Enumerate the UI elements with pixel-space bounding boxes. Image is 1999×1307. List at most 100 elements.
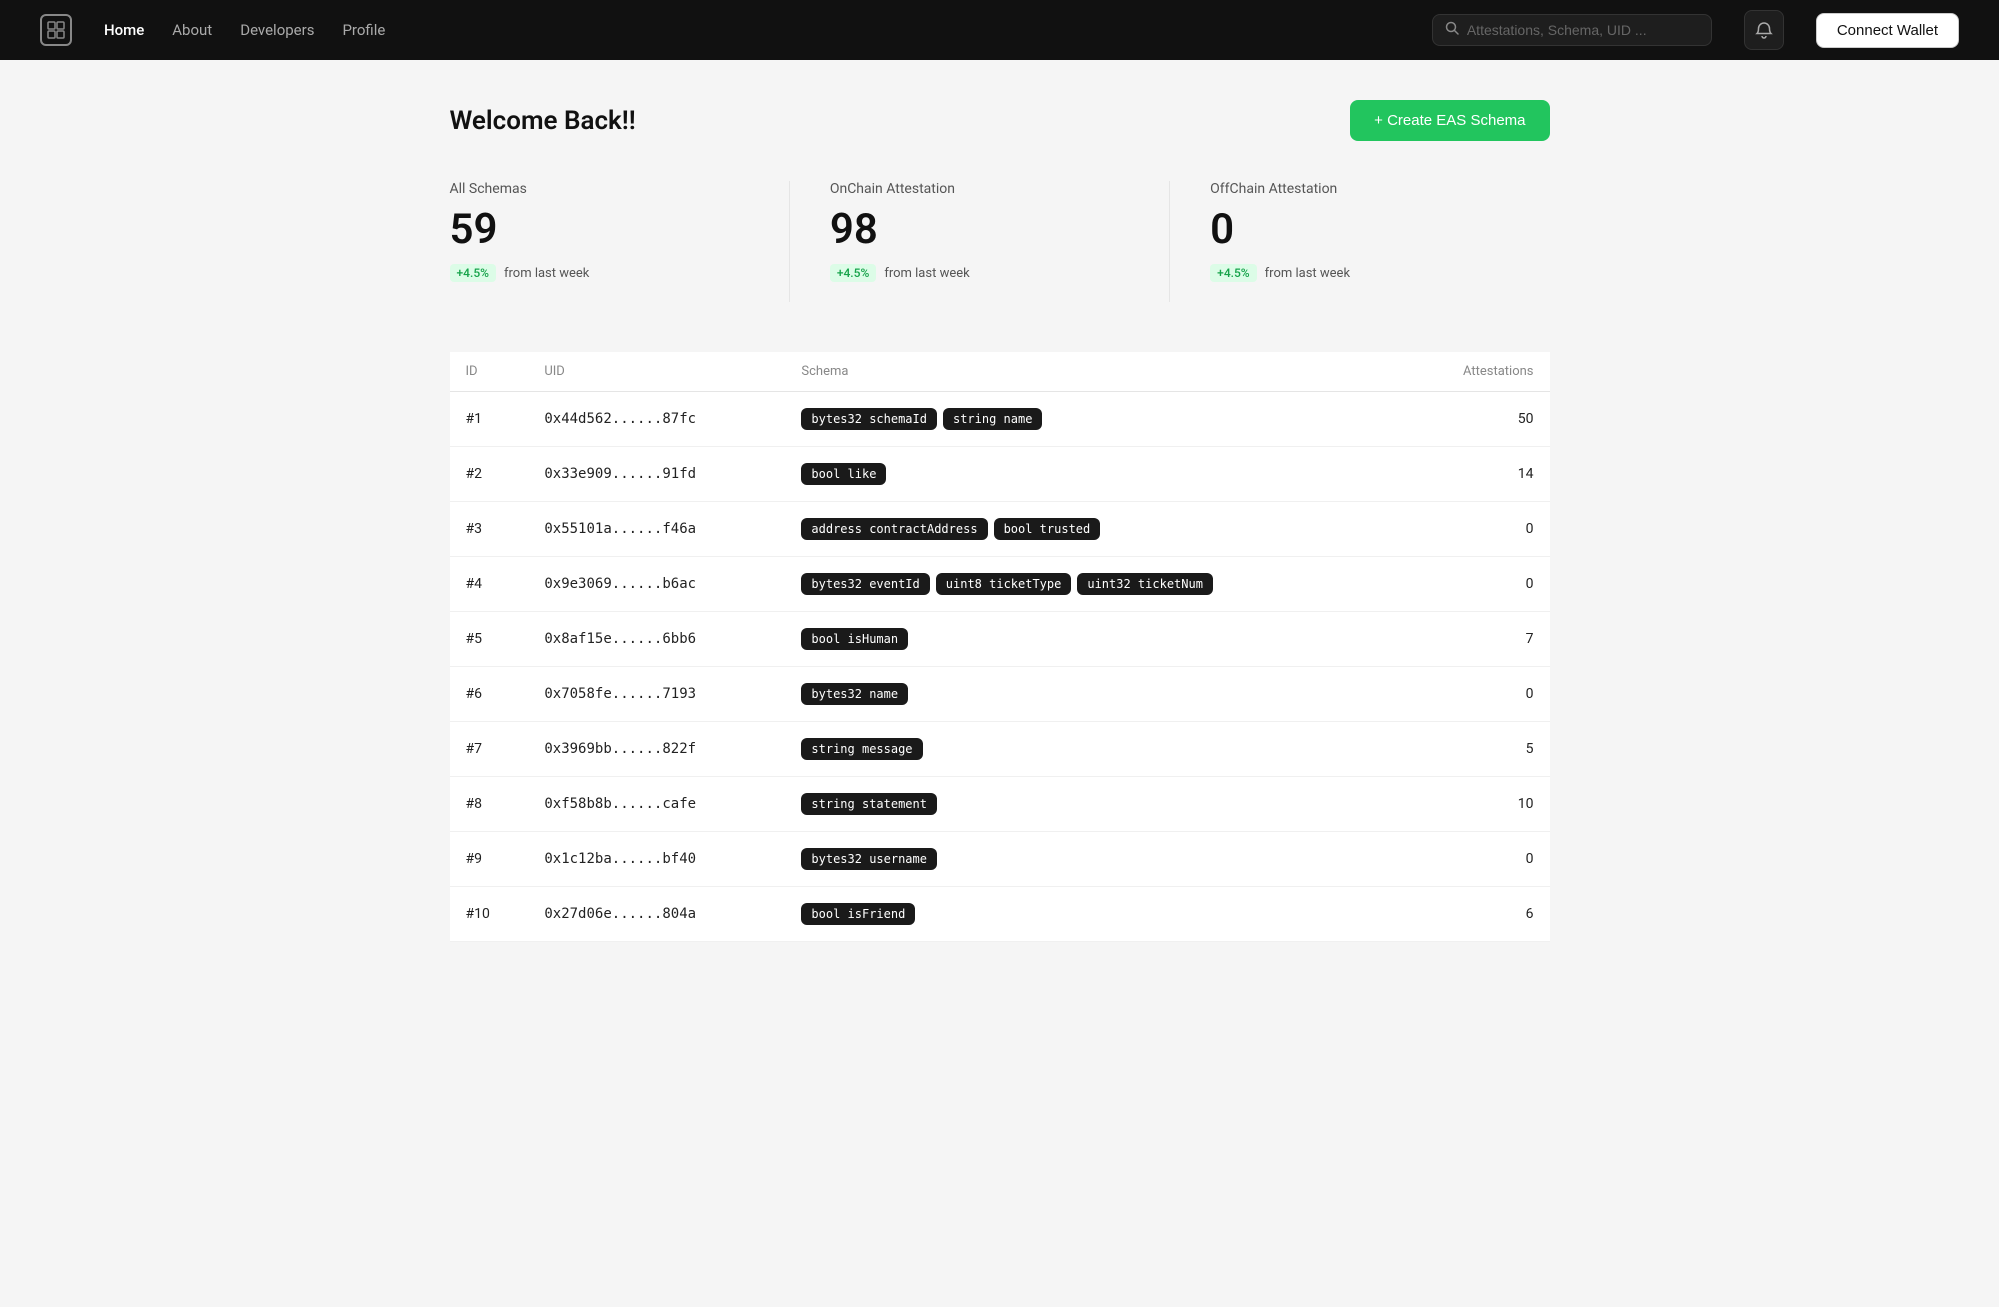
cell-uid: 0x9e3069......b6ac xyxy=(528,557,785,612)
main-content: Welcome Back!! + Create EAS Schema All S… xyxy=(430,60,1570,982)
schema-tag: bytes32 schemaId xyxy=(801,408,937,430)
search-input[interactable] xyxy=(1467,22,1699,38)
cell-uid: 0x1c12ba......bf40 xyxy=(528,832,785,887)
nav-links: Home About Developers Profile xyxy=(104,21,385,39)
cell-attestations: 5 xyxy=(1406,722,1549,777)
stat-all-schemas-badge: +4.5% xyxy=(450,264,496,282)
table-row[interactable]: #50x8af15e......6bb6 bool isHuman 7 xyxy=(450,612,1550,667)
stat-onchain-value: 98 xyxy=(830,205,1129,254)
navbar: Home About Developers Profile Connect Wa… xyxy=(0,0,1999,60)
schema-tag: uint32 ticketNum xyxy=(1077,573,1213,595)
table-row[interactable]: #80xf58b8b......cafestring statement10 xyxy=(450,777,1550,832)
stat-all-schemas-change: +4.5% from last week xyxy=(450,264,749,282)
header-row: Welcome Back!! + Create EAS Schema xyxy=(450,100,1550,141)
cell-schema: bytes32 schemaId string name xyxy=(785,392,1406,447)
cell-attestations: 7 xyxy=(1406,612,1549,667)
nav-home[interactable]: Home xyxy=(104,21,144,39)
cell-schema: bool like xyxy=(785,447,1406,502)
cell-uid: 0x8af15e......6bb6 xyxy=(528,612,785,667)
cell-schema: string statement xyxy=(785,777,1406,832)
schema-tag: bytes32 eventId xyxy=(801,573,929,595)
cell-id: #4 xyxy=(450,557,529,612)
cell-uid: 0x27d06e......804a xyxy=(528,887,785,942)
table-header: ID UID Schema Attestations xyxy=(450,352,1550,392)
table-row[interactable]: #40x9e3069......b6ac bytes32 eventId uint8… xyxy=(450,557,1550,612)
schema-tag: address contractAddress xyxy=(801,518,987,540)
welcome-text: Welcome Back!! xyxy=(450,106,636,136)
cell-schema: bool isHuman xyxy=(785,612,1406,667)
stat-onchain-label: OnChain Attestation xyxy=(830,181,1129,197)
cell-id: #9 xyxy=(450,832,529,887)
stat-offchain-badge: +4.5% xyxy=(1210,264,1256,282)
connect-wallet-button[interactable]: Connect Wallet xyxy=(1816,13,1959,48)
table-row[interactable]: #60x7058fe......7193bytes32 name0 xyxy=(450,667,1550,722)
stats-row: All Schemas 59 +4.5% from last week OnCh… xyxy=(450,181,1550,302)
cell-id: #10 xyxy=(450,887,529,942)
table-row[interactable]: #90x1c12ba......bf40bytes32 username0 xyxy=(450,832,1550,887)
stat-onchain-badge: +4.5% xyxy=(830,264,876,282)
cell-schema: bytes32 eventId uint8 ticketTypeuint32 ti… xyxy=(785,557,1406,612)
table-container: ID UID Schema Attestations #10x44d562...… xyxy=(450,352,1550,942)
schema-tag: string name xyxy=(943,408,1042,430)
notification-button[interactable] xyxy=(1744,10,1784,50)
col-schema: Schema xyxy=(785,352,1406,392)
table-row[interactable]: #70x3969bb......822f string message 5 xyxy=(450,722,1550,777)
cell-attestations: 0 xyxy=(1406,502,1549,557)
cell-id: #3 xyxy=(450,502,529,557)
cell-attestations: 6 xyxy=(1406,887,1549,942)
col-id: ID xyxy=(450,352,529,392)
schema-tag: bool isHuman xyxy=(801,628,908,650)
schemas-table: ID UID Schema Attestations #10x44d562...… xyxy=(450,352,1550,942)
stat-onchain-change: +4.5% from last week xyxy=(830,264,1129,282)
stat-offchain-change-text: from last week xyxy=(1265,266,1350,281)
schema-tag: string message xyxy=(801,738,922,760)
cell-attestations: 14 xyxy=(1406,447,1549,502)
nav-logo xyxy=(40,14,72,46)
cell-schema: address contractAddress bool trusted xyxy=(785,502,1406,557)
nav-developers[interactable]: Developers xyxy=(240,21,314,39)
stat-onchain: OnChain Attestation 98 +4.5% from last w… xyxy=(790,181,1170,302)
cell-id: #2 xyxy=(450,447,529,502)
cell-uid: 0x3969bb......822f xyxy=(528,722,785,777)
cell-uid: 0x33e909......91fd xyxy=(528,447,785,502)
cell-id: #8 xyxy=(450,777,529,832)
schema-tag: uint8 ticketType xyxy=(936,573,1072,595)
cell-id: #1 xyxy=(450,392,529,447)
cell-attestations: 0 xyxy=(1406,557,1549,612)
table-header-row: ID UID Schema Attestations xyxy=(450,352,1550,392)
schema-tag: bool like xyxy=(801,463,886,485)
cell-id: #7 xyxy=(450,722,529,777)
cell-uid: 0x7058fe......7193 xyxy=(528,667,785,722)
stat-all-schemas: All Schemas 59 +4.5% from last week xyxy=(450,181,790,302)
cell-schema: bytes32 username xyxy=(785,832,1406,887)
nav-profile[interactable]: Profile xyxy=(342,21,385,39)
cell-attestations: 0 xyxy=(1406,667,1549,722)
col-attestations: Attestations xyxy=(1406,352,1549,392)
schema-tag: bytes32 name xyxy=(801,683,908,705)
schema-tag: bool isFriend xyxy=(801,903,915,925)
stat-offchain-change: +4.5% from last week xyxy=(1210,264,1509,282)
cell-uid: 0x44d562......87fc xyxy=(528,392,785,447)
schema-tag: bytes32 username xyxy=(801,848,937,870)
search-icon xyxy=(1445,21,1459,39)
cell-schema: string message xyxy=(785,722,1406,777)
schema-tag: bool trusted xyxy=(994,518,1101,540)
cell-id: #5 xyxy=(450,612,529,667)
stat-all-schemas-change-text: from last week xyxy=(504,266,589,281)
table-row[interactable]: #10x44d562......87fc bytes32 schemaId stri… xyxy=(450,392,1550,447)
stat-offchain-value: 0 xyxy=(1210,205,1509,254)
table-row[interactable]: #30x55101a......f46aaddress contractAddr… xyxy=(450,502,1550,557)
schema-tag: string statement xyxy=(801,793,937,815)
cell-schema: bytes32 name xyxy=(785,667,1406,722)
stat-all-schemas-value: 59 xyxy=(450,205,749,254)
cell-attestations: 50 xyxy=(1406,392,1549,447)
cell-attestations: 10 xyxy=(1406,777,1549,832)
table-row[interactable]: #20x33e909......91fd bool like 14 xyxy=(450,447,1550,502)
search-box xyxy=(1432,14,1712,46)
cell-schema: bool isFriend xyxy=(785,887,1406,942)
col-uid: UID xyxy=(528,352,785,392)
table-row[interactable]: #100x27d06e......804a bool isFriend 6 xyxy=(450,887,1550,942)
create-schema-button[interactable]: + Create EAS Schema xyxy=(1350,100,1549,141)
nav-about[interactable]: About xyxy=(172,21,212,39)
stat-onchain-change-text: from last week xyxy=(884,266,969,281)
